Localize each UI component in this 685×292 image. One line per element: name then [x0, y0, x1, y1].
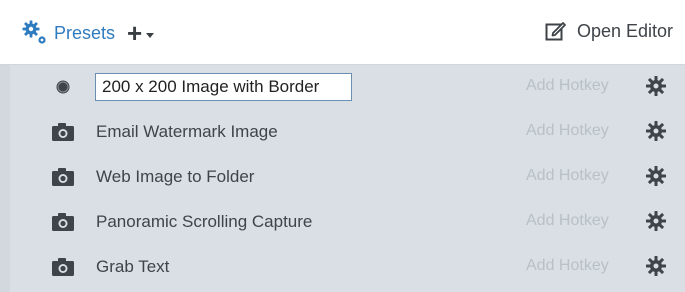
chevron-down-icon [146, 33, 155, 38]
preset-row[interactable]: Add Hotkey [0, 65, 685, 110]
preset-name-input[interactable] [95, 73, 352, 101]
add-preset-button[interactable]: + [127, 20, 155, 46]
gear-icon[interactable] [645, 75, 667, 97]
add-hotkey-link[interactable]: Add Hotkey [526, 167, 609, 185]
presets-list: Add Hotkey [0, 65, 685, 290]
gear-icon[interactable] [645, 120, 667, 142]
camera-icon [52, 168, 74, 186]
add-hotkey-link[interactable]: Add Hotkey [526, 77, 609, 95]
preset-name: Email Watermark Image [96, 122, 278, 141]
add-hotkey-link[interactable]: Add Hotkey [526, 122, 609, 140]
add-hotkey-link[interactable]: Add Hotkey [526, 257, 609, 275]
preset-row[interactable]: Email Watermark Image Add Hotkey [0, 110, 685, 155]
camera-icon [52, 213, 74, 231]
preset-row[interactable]: Web Image to Folder Add Hotkey [0, 155, 685, 200]
presets-header: Presets + Open Editor [0, 0, 685, 65]
gear-icon[interactable] [645, 165, 667, 187]
preset-name: Grab Text [96, 257, 170, 276]
preset-name: Web Image to Folder [96, 167, 255, 186]
gear-icon[interactable] [645, 255, 667, 277]
preset-row[interactable]: Panoramic Scrolling Capture Add Hotkey [0, 200, 685, 245]
radio-selected-icon [56, 80, 70, 94]
gear-icon[interactable] [645, 210, 667, 232]
add-hotkey-link[interactable]: Add Hotkey [526, 212, 609, 230]
presets-header-left: Presets + [22, 19, 155, 47]
plus-icon: + [127, 18, 143, 48]
presets-label[interactable]: Presets [54, 23, 115, 44]
camera-icon [52, 258, 74, 276]
preset-name: Panoramic Scrolling Capture [96, 212, 313, 231]
preset-row[interactable]: Grab Text Add Hotkey [0, 245, 685, 290]
presets-panel: Presets + Open Editor Add Hotkey [0, 0, 685, 292]
camera-icon [52, 123, 74, 141]
open-editor-button[interactable]: Open Editor [545, 20, 673, 42]
presets-gear-icon[interactable] [22, 20, 48, 46]
open-editor-label: Open Editor [576, 20, 673, 41]
edit-icon [545, 22, 566, 41]
